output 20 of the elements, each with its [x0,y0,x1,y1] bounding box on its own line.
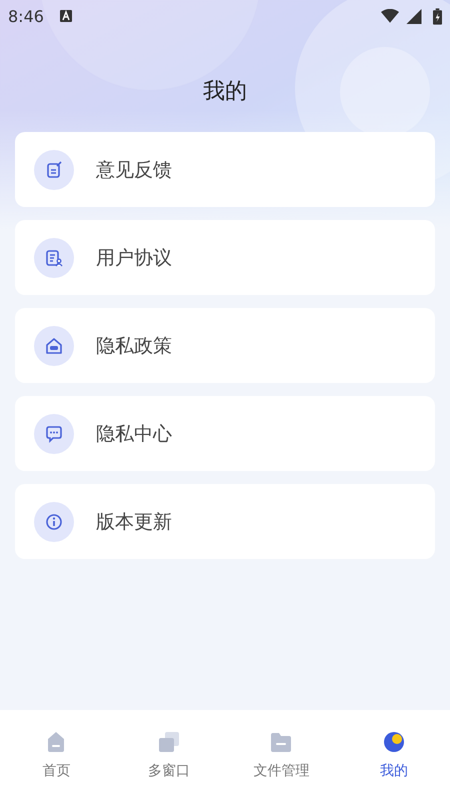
signal-icon [405,8,423,24]
house-icon [34,326,74,366]
menu-item[interactable]: 隐私政策 [15,308,435,383]
status-time: 8:46 [8,6,44,26]
menu-item[interactable]: 隐私中心 [15,396,435,471]
feedback-icon [34,150,74,190]
nav-tab[interactable]: 文件管理 [225,710,338,800]
page-title: 我的 [202,78,248,106]
wifi-icon [381,8,399,24]
nav-tab[interactable]: 首页 [0,710,112,800]
info-icon [34,502,74,542]
keyboard-icon [60,10,72,22]
menu-item[interactable]: 用户协议 [15,220,435,295]
chat-bubble-icon [34,414,74,454]
menu-item[interactable]: 意见反馈 [15,132,435,207]
nav-tab[interactable]: 多窗口 [112,710,225,800]
nav-tab[interactable]: 我的 [338,710,450,800]
document-user-icon [34,238,74,278]
menu-item[interactable]: 版本更新 [15,484,435,559]
battery-icon [433,8,442,24]
